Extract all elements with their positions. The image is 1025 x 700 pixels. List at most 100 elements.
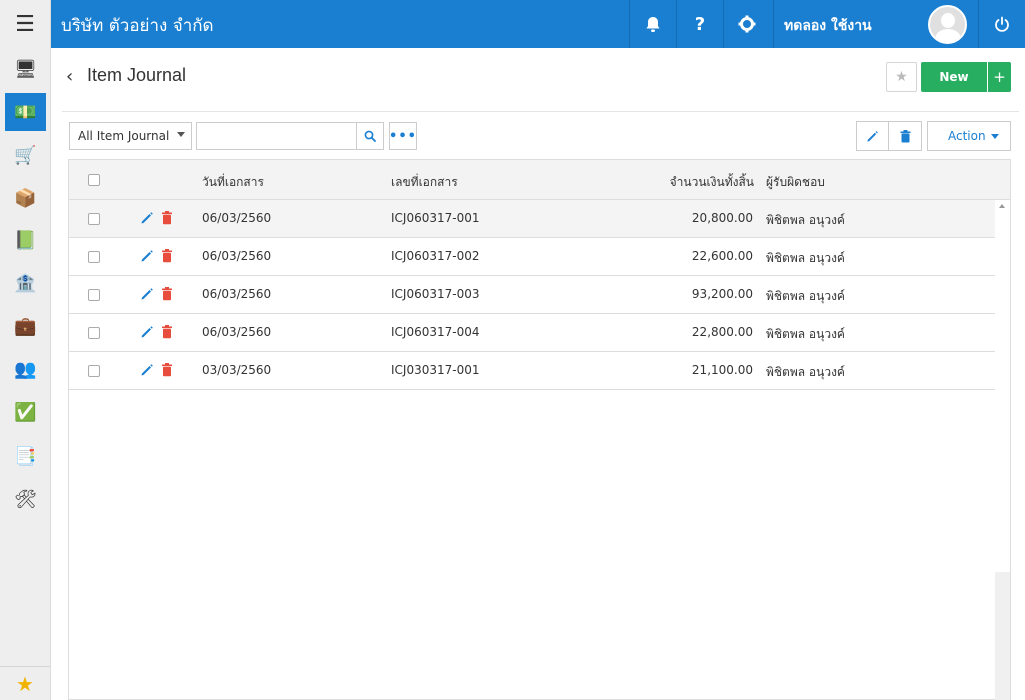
header-divider [62,111,1019,112]
pencil-icon[interactable] [140,363,154,377]
cell-doc-no: ICJ060317-002 [391,249,480,263]
column-header-amount[interactable]: จำนวนเงินทั้งสิ้น [664,173,754,192]
cell-amount: 20,800.00 [691,211,753,225]
column-header-date[interactable]: วันที่เอกสาร [202,173,264,192]
rail-item-transfer[interactable]: 📑 [5,437,46,475]
search-input[interactable] [196,122,357,150]
bulk-delete-button[interactable] [889,121,922,151]
chevron-down-icon [991,134,999,139]
notifications-button[interactable] [629,0,676,48]
cell-doc-no: ICJ060317-003 [391,287,480,301]
new-button[interactable]: New [921,62,987,92]
favorites-star-icon[interactable]: ★ [0,666,50,700]
action-label: Action [948,129,986,143]
help-button[interactable]: ? [676,0,723,48]
column-header-doc-no[interactable]: เลขที่เอกสาร [391,173,458,192]
user-menu[interactable]: ทดลอง ใช้งาน [773,0,918,48]
table-row[interactable]: 06/03/2560 ICJ060317-003 93,200.00 พิชิต… [69,276,995,314]
trash-icon[interactable] [160,363,174,377]
pencil-icon[interactable] [140,287,154,301]
cell-owner: พิชิตพล อนุวงค์ [766,213,845,227]
new-dropdown-button[interactable]: + [988,62,1011,92]
table-row[interactable]: 06/03/2560 ICJ060317-001 20,800.00 พิชิต… [69,200,995,238]
check-icon: ✅ [14,401,37,423]
top-bar: บริษัท ตัวอย่าง จำกัด ? ทดลอง ใช้งาน [51,0,1025,48]
tools-icon: 🛠 [14,488,37,510]
cell-amount: 93,200.00 [691,287,753,301]
transfer-icon: 📑 [14,445,37,467]
hamburger-menu-icon[interactable]: ☰ [0,0,50,48]
item-journal-table: วันที่เอกสาร เลขที่เอกสาร จำนวนเงินทั้งส… [68,159,1011,700]
trash-icon[interactable] [160,325,174,339]
bell-icon [646,16,660,32]
page-title: Item Journal [87,65,187,85]
rail-item-money[interactable]: 💵 [5,93,46,131]
username: ทดลอง ใช้งาน [784,18,872,34]
cell-amount: 21,100.00 [691,363,753,377]
pencil-icon[interactable] [140,325,154,339]
rail-item-bank[interactable]: 🏦 [5,264,46,302]
row-checkbox[interactable] [88,365,100,377]
avatar[interactable] [928,5,967,44]
help-icon: ? [694,13,706,35]
logout-button[interactable] [978,0,1025,48]
filter-select[interactable]: All Item Journal [69,122,192,150]
rail-item-dashboard[interactable]: 🖥 [5,50,46,88]
row-checkbox[interactable] [88,289,100,301]
cell-owner: พิชิตพล อนุวงค์ [766,327,845,341]
dashboard-icon: 🖥 [14,58,37,80]
chevron-down-icon [177,132,185,137]
cell-doc-no: ICJ060317-004 [391,325,480,339]
book-icon: 📗 [14,229,37,251]
rail-item-tools[interactable]: 🛠 [5,480,46,518]
left-rail: ☰ 🖥 💵 🛒 📦 📗 🏦 💼 👥 ✅ 📑 🛠 ★ [0,0,51,700]
row-checkbox[interactable] [88,213,100,225]
rail-item-book[interactable]: 📗 [5,221,46,259]
scroll-up-arrow-icon[interactable] [999,204,1005,208]
cell-owner: พิชิตพล อนุวงค์ [766,289,845,303]
gear-icon [738,15,756,33]
cell-date: 03/03/2560 [202,363,272,377]
star-icon: ★ [895,69,908,85]
company-name[interactable]: บริษัท ตัวอย่าง จำกัด [61,12,214,39]
trash-icon[interactable] [160,211,174,225]
settings-button[interactable] [723,0,770,48]
filter-select-value: All Item Journal [78,129,170,143]
cell-amount: 22,600.00 [691,249,753,263]
trash-icon[interactable] [160,249,174,263]
cell-date: 06/03/2560 [202,287,272,301]
scrollbar-gutter [995,572,1010,700]
cell-owner: พิชิตพล อนุวงค์ [766,365,845,379]
table-row[interactable]: 03/03/2560 ICJ030317-001 21,100.00 พิชิต… [69,352,995,390]
bank-icon: 🏦 [14,272,37,294]
pencil-icon[interactable] [140,249,154,263]
vertical-scrollbar[interactable] [995,200,1010,572]
rail-item-box[interactable]: 📦 [5,179,46,217]
favorite-button[interactable]: ★ [886,62,917,92]
trash-icon [900,129,910,142]
action-dropdown[interactable]: Action [927,121,1011,151]
money-icon: 💵 [14,101,37,123]
cell-amount: 22,800.00 [691,325,753,339]
more-options-button[interactable]: ••• [389,122,417,150]
table-row[interactable]: 06/03/2560 ICJ060317-002 22,600.00 พิชิต… [69,238,995,276]
rail-item-check[interactable]: ✅ [5,393,46,431]
search-button[interactable] [356,122,384,150]
rail-item-people[interactable]: 👥 [5,350,46,388]
select-all-checkbox[interactable] [88,174,100,186]
search-icon [364,130,376,142]
cell-doc-no: ICJ030317-001 [391,363,480,377]
pencil-icon[interactable] [140,211,154,225]
table-header: วันที่เอกสาร เลขที่เอกสาร จำนวนเงินทั้งส… [69,160,1010,200]
back-icon[interactable]: ‹ [66,66,73,87]
rail-item-wallet[interactable]: 💼 [5,307,46,345]
column-header-owner[interactable]: ผู้รับผิดชอบ [766,173,825,192]
table-row[interactable]: 06/03/2560 ICJ060317-004 22,800.00 พิชิต… [69,314,995,352]
pencil-icon [867,130,878,142]
rail-item-cart[interactable]: 🛒 [5,136,46,174]
row-checkbox[interactable] [88,327,100,339]
trash-icon[interactable] [160,287,174,301]
row-checkbox[interactable] [88,251,100,263]
bulk-edit-button[interactable] [856,121,889,151]
wallet-icon: 💼 [14,315,37,337]
